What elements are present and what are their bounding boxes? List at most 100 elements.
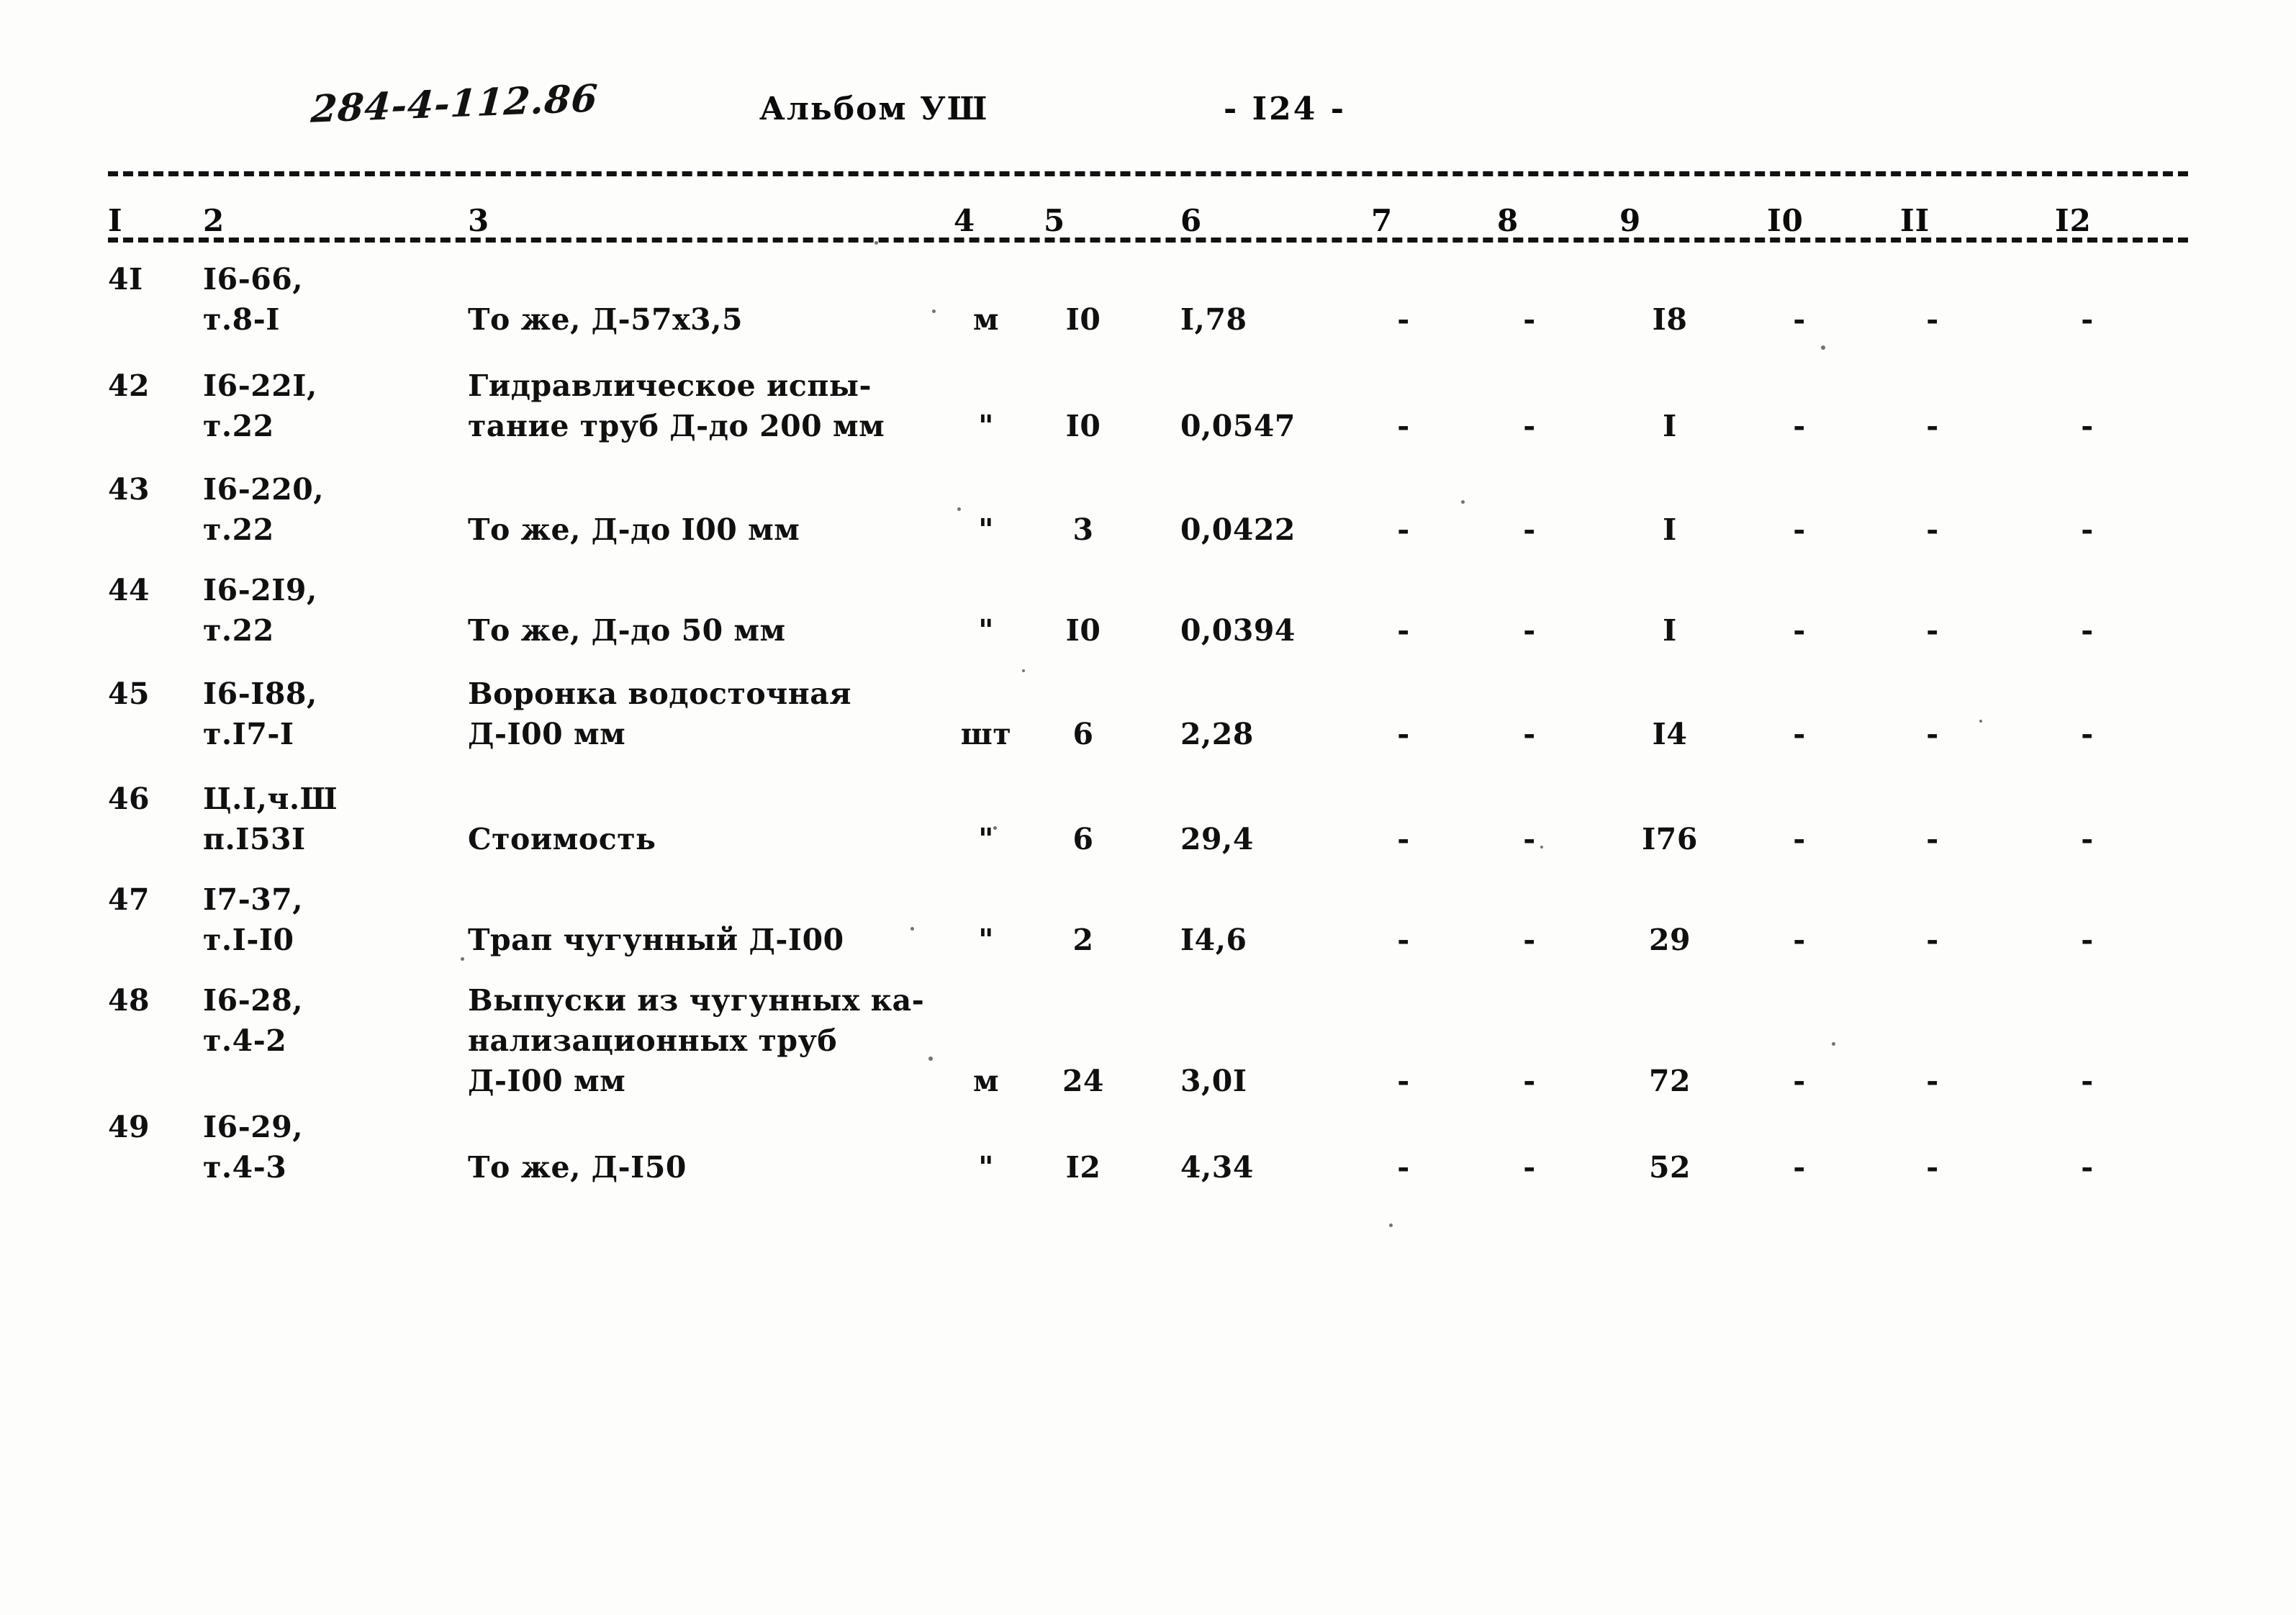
norm-code-cell: I6-2I9, т.22 [203,573,317,648]
work-description-cell: Выпуски из чугунных ка- нализационных тр… [468,983,925,1098]
row-number-cell: 4I [108,262,143,297]
scan-speck [993,826,997,830]
quantity-cell: 24 [1062,1064,1105,1098]
value-col8-cell: - [1523,613,1536,648]
table-row: 48 I6-28, т.4-2 Выпуски из чугунных ка- на… [0,980,2296,1107]
value-col10-cell: - [1793,1064,1806,1098]
column-number-8: 8 [1497,203,1519,238]
table-row: 43 I6-220, т.22 То же, Д-до I00 мм " 3 0,0422… [0,469,2296,570]
scan-speck [1475,238,1478,240]
column-number-6: 6 [1180,203,1203,238]
value-col6-cell: 4,34 [1180,1150,1254,1185]
value-col9-cell: I4 [1652,717,1688,751]
column-number-9: 9 [1619,203,1642,238]
scan-speck [1461,500,1465,504]
value-col12-cell: - [2081,1064,2094,1098]
unit-cell: " [978,1150,994,1185]
work-description-cell: То же, Д-до I00 мм [468,512,800,547]
value-col9-cell: I8 [1652,302,1688,337]
row-number-cell: 47 [108,882,150,917]
scan-speck [874,241,878,245]
value-col12-cell: - [2081,512,2094,547]
column-number-5: 5 [1044,203,1066,238]
quantity-cell: I0 [1065,302,1101,337]
value-col7-cell: - [1397,1150,1410,1185]
value-col7-cell: - [1397,1064,1410,1098]
value-col6-cell: I4,6 [1180,923,1247,957]
value-col7-cell: - [1397,409,1410,443]
value-col9-cell: 72 [1648,1064,1691,1098]
norm-code-cell: I6-220, т.22 [203,472,325,547]
document-page: 284-4-112.86 Альбом УШ - I24 - I23456789… [0,0,2296,1615]
value-col6-cell: 3,0I [1180,1064,1247,1098]
row-number-cell: 49 [108,1110,150,1144]
value-col6-cell: I,78 [1180,302,1247,337]
work-description-cell: То же, Д-до 50 мм [468,613,786,648]
value-col12-cell: - [2081,613,2094,648]
value-col10-cell: - [1793,717,1806,751]
table-row: 44 I6-2I9, т.22 То же, Д-до 50 мм " I0 0,0394… [0,570,2296,674]
work-description-cell: Гидравлическое испы- тание труб Д-до 200… [468,368,885,443]
row-number-cell: 45 [108,677,150,711]
scan-speck [1540,846,1543,849]
scan-speck [932,309,936,313]
work-description-cell: То же, Д-I50 [468,1150,687,1185]
column-number-11: II [1900,203,1930,238]
value-col10-cell: - [1793,512,1806,547]
unit-cell: " [978,822,994,856]
scan-speck [957,507,961,511]
value-col11-cell: - [1926,1064,1939,1098]
work-description-cell: То же, Д-57х3,5 [468,302,743,337]
column-number-4: 4 [954,203,976,238]
table-row: 42 I6-22I, т.22 Гидравлическое испы- тание… [0,366,2296,469]
unit-cell: м [972,302,1000,337]
value-col6-cell: 0,0394 [1180,613,1296,648]
norm-code-cell: I7-37, т.I-I0 [203,882,304,957]
value-col11-cell: - [1926,923,1939,957]
work-description-cell: Трап чугунный Д-I00 [468,923,844,957]
row-number-cell: 44 [108,573,150,607]
value-col10-cell: - [1793,613,1806,648]
value-col12-cell: - [2081,302,2094,337]
value-col12-cell: - [2081,822,2094,856]
value-col11-cell: - [1926,409,1939,443]
unit-cell: " [978,512,994,547]
value-col11-cell: - [1926,302,1939,337]
value-col11-cell: - [1926,1150,1939,1185]
norm-code-cell: I6-22I, т.22 [203,368,317,443]
column-number-1: I [108,203,123,238]
table-row: 45 I6-I88, т.I7-I Воронка водосточная Д-I0… [0,674,2296,779]
value-col10-cell: - [1793,409,1806,443]
scan-speck [461,957,464,961]
scan-speck [1979,720,1982,723]
value-col9-cell: I [1663,613,1677,648]
norm-code-cell: I6-28, т.4-2 [203,983,304,1058]
value-col11-cell: - [1926,512,1939,547]
row-number-cell: 43 [108,472,150,507]
value-col9-cell: I [1663,512,1677,547]
column-number-2: 2 [203,203,225,238]
value-col8-cell: - [1523,512,1536,547]
row-number-cell: 42 [108,368,150,403]
quantity-cell: 6 [1072,717,1094,751]
table-top-rule [108,171,2188,176]
row-number-cell: 48 [108,983,150,1018]
value-col10-cell: - [1793,822,1806,856]
column-number-3: 3 [468,203,490,238]
page-number: - I24 - [1224,91,1346,127]
scan-speck [1022,669,1025,672]
scan-speck [1389,1223,1393,1227]
quantity-cell: 2 [1072,923,1094,957]
norm-code-cell: I6-I88, т.I7-I [203,677,317,751]
norm-code-cell: Ц.I,ч.Ш п.I53I [203,782,338,856]
norm-code-cell: I6-66, т.8-I [203,262,304,337]
value-col7-cell: - [1397,822,1410,856]
value-col9-cell: 52 [1648,1150,1691,1185]
value-col12-cell: - [2081,717,2094,751]
value-col8-cell: - [1523,717,1536,751]
value-col11-cell: - [1926,717,1939,751]
value-col8-cell: - [1523,1150,1536,1185]
page-header: 284-4-112.86 Альбом УШ - I24 - [0,69,2296,148]
value-col10-cell: - [1793,923,1806,957]
table-row: 49 I6-29, т.4-3 То же, Д-I50 " I2 4,34 - - 52 - - - [0,1107,2296,1215]
